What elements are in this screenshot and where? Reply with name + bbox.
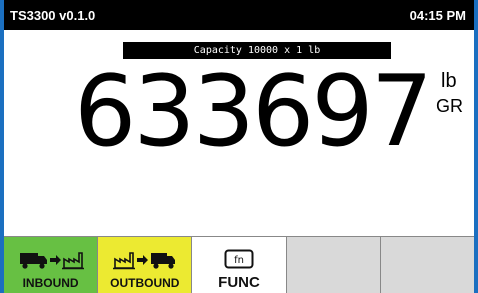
weight-unit: lb bbox=[441, 70, 457, 92]
func-label: FUNC bbox=[218, 274, 260, 291]
softkey-4[interactable] bbox=[286, 237, 381, 293]
svg-text:fn: fn bbox=[234, 255, 244, 266]
clock-time: 04:15 PM bbox=[409, 8, 466, 23]
inbound-button[interactable]: INBOUND bbox=[4, 237, 99, 293]
scale-display-screen: TS3300 v0.1.0 04:15 PM Capacity 10000 x … bbox=[4, 0, 474, 293]
weight-readout: 633697 bbox=[73, 55, 433, 169]
outbound-label: OUTBOUND bbox=[110, 276, 180, 290]
app-title: TS3300 v0.1.0 bbox=[10, 8, 96, 23]
fn-key-icon: fn bbox=[224, 249, 254, 274]
factory-to-truck-icon bbox=[112, 249, 178, 276]
truck-to-factory-icon bbox=[18, 249, 84, 276]
func-button[interactable]: fn FUNC bbox=[192, 237, 287, 293]
inbound-label: INBOUND bbox=[22, 276, 79, 290]
softkey-5[interactable] bbox=[380, 237, 474, 293]
softkey-bar: INBOUND OUTBOUND fn FUNC bbox=[4, 236, 474, 293]
weight-mode: GR bbox=[436, 96, 463, 116]
outbound-button[interactable]: OUTBOUND bbox=[98, 237, 193, 293]
title-bar: TS3300 v0.1.0 04:15 PM bbox=[4, 0, 474, 30]
